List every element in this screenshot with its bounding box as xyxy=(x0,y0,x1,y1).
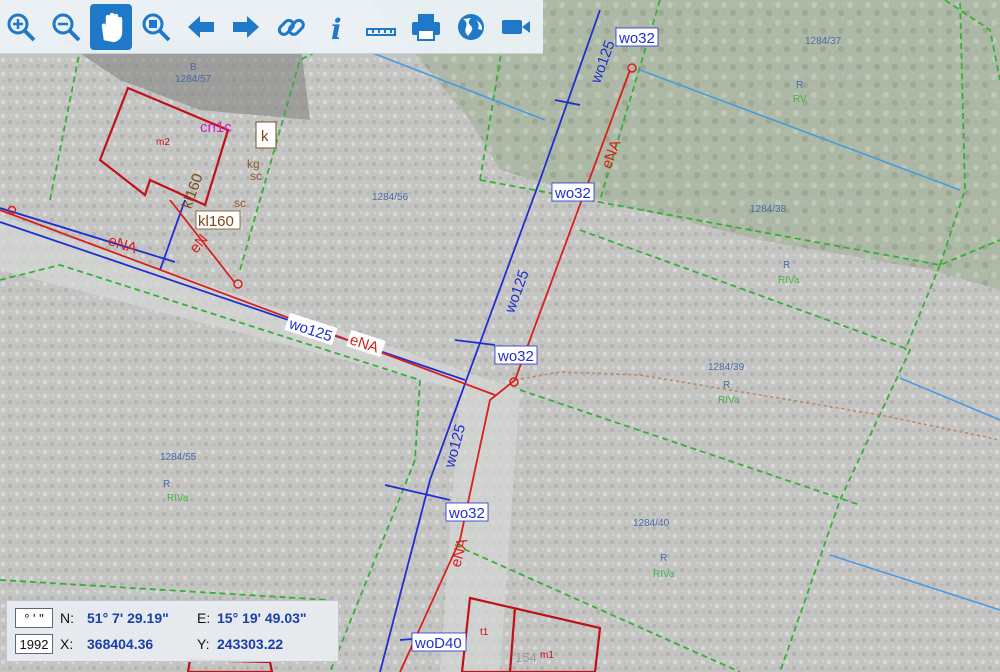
svg-text:R: R xyxy=(723,380,730,391)
svg-text:m1: m1 xyxy=(540,650,554,661)
pan-button[interactable] xyxy=(90,3,132,50)
y-label: Y: xyxy=(197,636,210,652)
svg-text:RIVa: RIVa xyxy=(653,569,675,580)
longitude-value: 15° 19' 49.03" xyxy=(217,610,307,626)
info-icon: i xyxy=(331,13,342,44)
svg-text:R: R xyxy=(796,80,803,91)
latitude-value: 51° 7' 29.19" xyxy=(87,610,169,626)
svg-text:sc: sc xyxy=(250,169,262,183)
e-label: E: xyxy=(197,610,211,626)
svg-text:t1: t1 xyxy=(480,627,489,638)
measure-button[interactable] xyxy=(360,4,402,50)
forward-button[interactable] xyxy=(225,4,267,50)
coordinate-system-button[interactable]: 1992 xyxy=(15,634,53,654)
svg-text:RIVa: RIVa xyxy=(167,493,189,504)
svg-text:cn1c: cn1c xyxy=(200,119,232,136)
svg-text:woD40: woD40 xyxy=(414,635,462,652)
svg-text:R: R xyxy=(163,479,170,490)
x-value: 368404.36 xyxy=(87,636,154,652)
svg-text:1284/57: 1284/57 xyxy=(175,74,212,85)
svg-text:wo32: wo32 xyxy=(497,348,534,365)
svg-text:R: R xyxy=(783,260,790,271)
ruler-icon xyxy=(366,27,396,36)
y-value: 243303.22 xyxy=(217,636,284,652)
n-label: N: xyxy=(60,610,74,626)
arrow-left-icon xyxy=(188,15,214,38)
zoom-in-icon xyxy=(7,13,36,41)
svg-text:1284/40: 1284/40 xyxy=(633,518,670,529)
video-camera-icon xyxy=(502,19,530,34)
map-toolbar: i xyxy=(0,0,543,54)
video-button[interactable] xyxy=(495,4,537,50)
svg-text:1284/39: 1284/39 xyxy=(708,362,745,373)
hand-icon xyxy=(101,12,123,42)
link-icon xyxy=(277,18,305,36)
svg-text:wo32: wo32 xyxy=(618,30,655,47)
map-canvas[interactable]: 1284/57 1284/56 1284/37 1284/38 1284/39 … xyxy=(0,0,1000,672)
zoom-out-button[interactable] xyxy=(45,4,87,50)
svg-text:RV: RV xyxy=(793,94,807,105)
svg-text:wo32: wo32 xyxy=(448,505,485,522)
arrow-right-icon xyxy=(233,15,259,38)
zoom-extent-icon xyxy=(142,13,171,41)
info-button[interactable]: i xyxy=(315,4,357,50)
zoom-out-icon xyxy=(52,13,81,41)
svg-text:1284/56: 1284/56 xyxy=(372,192,409,203)
print-button[interactable] xyxy=(405,4,447,50)
link-button[interactable] xyxy=(270,4,312,50)
svg-text:154: 154 xyxy=(515,650,537,665)
svg-text:i: i xyxy=(331,13,342,44)
svg-text:RIVa: RIVa xyxy=(718,395,740,406)
back-button[interactable] xyxy=(180,4,222,50)
svg-text:B: B xyxy=(190,62,197,73)
globe-icon xyxy=(458,13,484,40)
svg-text:1284/37: 1284/37 xyxy=(805,36,842,47)
svg-text:R: R xyxy=(660,553,667,564)
zoom-in-button[interactable] xyxy=(0,4,42,50)
format-toggle-button[interactable]: ° ' " xyxy=(15,608,53,628)
svg-text:sc: sc xyxy=(234,196,246,210)
zoom-extent-button[interactable] xyxy=(135,4,177,50)
svg-text:wo32: wo32 xyxy=(554,185,591,202)
svg-text:1284/38: 1284/38 xyxy=(750,204,787,215)
globe-button[interactable] xyxy=(450,4,492,50)
svg-text:m2: m2 xyxy=(156,137,170,148)
svg-text:RIVa: RIVa xyxy=(778,275,800,286)
x-label: X: xyxy=(60,636,74,652)
printer-icon xyxy=(412,13,440,41)
svg-text:kl160: kl160 xyxy=(198,213,234,230)
svg-text:1284/55: 1284/55 xyxy=(160,452,197,463)
coordinate-panel: ° ' " 1992 N: 51° 7' 29.19" E: 15° 19' 4… xyxy=(6,600,339,662)
svg-text:k: k xyxy=(261,128,269,145)
